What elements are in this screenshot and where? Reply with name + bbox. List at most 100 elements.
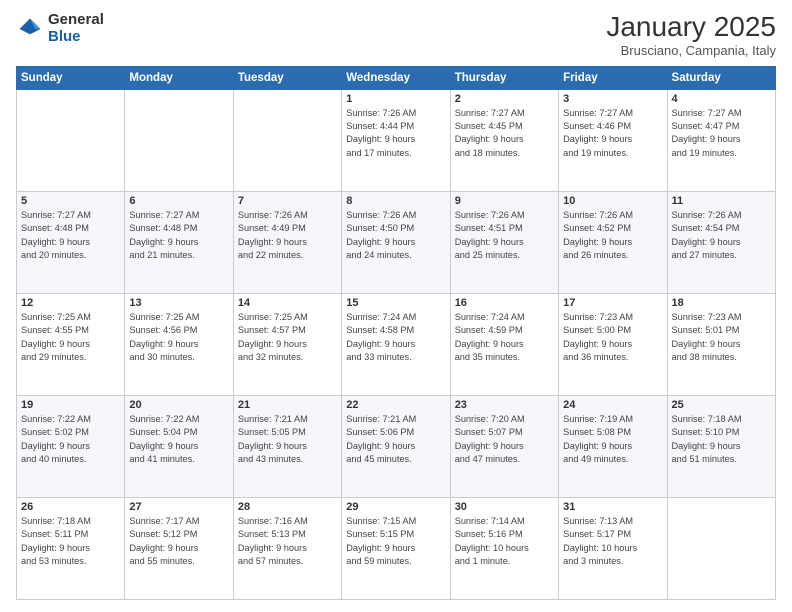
table-row: 25 Sunrise: 7:18 AM Sunset: 5:10 PM Dayli… (667, 395, 775, 497)
day-info: Sunrise: 7:24 AM Sunset: 4:59 PM Dayligh… (455, 311, 554, 364)
day-info: Sunrise: 7:21 AM Sunset: 5:06 PM Dayligh… (346, 413, 445, 466)
calendar-week-row: 19 Sunrise: 7:22 AM Sunset: 5:02 PM Dayli… (17, 395, 776, 497)
table-row: 22 Sunrise: 7:21 AM Sunset: 5:06 PM Dayli… (342, 395, 450, 497)
table-row: 28 Sunrise: 7:16 AM Sunset: 5:13 PM Dayli… (233, 497, 341, 599)
day-number: 17 (563, 297, 662, 309)
table-row: 23 Sunrise: 7:20 AM Sunset: 5:07 PM Dayli… (450, 395, 558, 497)
day-number: 24 (563, 399, 662, 411)
table-row: 19 Sunrise: 7:22 AM Sunset: 5:02 PM Dayli… (17, 395, 125, 497)
calendar-header-row: Sunday Monday Tuesday Wednesday Thursday… (17, 66, 776, 89)
day-number: 30 (455, 501, 554, 513)
day-info: Sunrise: 7:27 AM Sunset: 4:46 PM Dayligh… (563, 107, 662, 160)
col-tuesday: Tuesday (233, 66, 341, 89)
calendar-week-row: 5 Sunrise: 7:27 AM Sunset: 4:48 PM Daylig… (17, 191, 776, 293)
table-row: 14Sunrise: 7:25 AM Sunset: 4:57 PM Dayli… (233, 293, 341, 395)
col-saturday: Saturday (667, 66, 775, 89)
day-info: Sunrise: 7:26 AM Sunset: 4:54 PM Dayligh… (672, 209, 771, 262)
table-row: 3Sunrise: 7:27 AM Sunset: 4:46 PM Daylig… (559, 89, 667, 191)
day-number: 1 (346, 93, 445, 105)
table-row: 27 Sunrise: 7:17 AM Sunset: 5:12 PM Dayli… (125, 497, 233, 599)
col-monday: Monday (125, 66, 233, 89)
day-info: Sunrise: 7:26 AM Sunset: 4:49 PM Dayligh… (238, 209, 337, 262)
day-info: Sunrise: 7:17 AM Sunset: 5:12 PM Dayligh… (129, 515, 228, 568)
table-row: 7 Sunrise: 7:26 AM Sunset: 4:49 PM Daylig… (233, 191, 341, 293)
day-number: 7 (238, 195, 337, 207)
calendar-week-row: 1 Sunrise: 7:26 AM Sunset: 4:44 PM Daylig… (17, 89, 776, 191)
day-info: Sunrise: 7:27 AM Sunset: 4:48 PM Dayligh… (21, 209, 120, 262)
day-info: Sunrise: 7:19 AM Sunset: 5:08 PM Dayligh… (563, 413, 662, 466)
day-number: 26 (21, 501, 120, 513)
day-info: Sunrise: 7:21 AM Sunset: 5:05 PM Dayligh… (238, 413, 337, 466)
logo-icon (16, 15, 44, 43)
day-number: 20 (129, 399, 228, 411)
day-number: 25 (672, 399, 771, 411)
col-friday: Friday (559, 66, 667, 89)
day-number: 12 (21, 297, 120, 309)
day-number: 19 (21, 399, 120, 411)
day-number: 27 (129, 501, 228, 513)
col-sunday: Sunday (17, 66, 125, 89)
day-number: 23 (455, 399, 554, 411)
day-info: Sunrise: 7:22 AM Sunset: 5:04 PM Dayligh… (129, 413, 228, 466)
table-row: 4Sunrise: 7:27 AM Sunset: 4:47 PM Daylig… (667, 89, 775, 191)
calendar-week-row: 12 Sunrise: 7:25 AM Sunset: 4:55 PM Dayli… (17, 293, 776, 395)
table-row (17, 89, 125, 191)
table-row (125, 89, 233, 191)
table-row: 11 Sunrise: 7:26 AM Sunset: 4:54 PM Dayli… (667, 191, 775, 293)
day-info: Sunrise: 7:18 AM Sunset: 5:11 PM Dayligh… (21, 515, 120, 568)
day-number: 28 (238, 501, 337, 513)
day-info: Sunrise: 7:25 AM Sunset: 4:56 PM Dayligh… (129, 311, 228, 364)
day-info: Sunrise: 7:14 AM Sunset: 5:16 PM Dayligh… (455, 515, 554, 568)
table-row: 8Sunrise: 7:26 AM Sunset: 4:50 PM Daylig… (342, 191, 450, 293)
location: Brusciano, Campania, Italy (606, 43, 776, 58)
day-number: 15 (346, 297, 445, 309)
logo: General Blue (16, 12, 104, 45)
table-row (667, 497, 775, 599)
day-number: 16 (455, 297, 554, 309)
calendar-week-row: 26 Sunrise: 7:18 AM Sunset: 5:11 PM Dayli… (17, 497, 776, 599)
col-wednesday: Wednesday (342, 66, 450, 89)
table-row: 16 Sunrise: 7:24 AM Sunset: 4:59 PM Dayli… (450, 293, 558, 395)
day-info: Sunrise: 7:27 AM Sunset: 4:45 PM Dayligh… (455, 107, 554, 160)
calendar-table: Sunday Monday Tuesday Wednesday Thursday… (16, 66, 776, 600)
day-number: 29 (346, 501, 445, 513)
table-row: 30 Sunrise: 7:14 AM Sunset: 5:16 PM Dayli… (450, 497, 558, 599)
table-row: 18Sunrise: 7:23 AM Sunset: 5:01 PM Dayli… (667, 293, 775, 395)
day-number: 5 (21, 195, 120, 207)
table-row: 24 Sunrise: 7:19 AM Sunset: 5:08 PM Dayli… (559, 395, 667, 497)
col-thursday: Thursday (450, 66, 558, 89)
day-info: Sunrise: 7:27 AM Sunset: 4:48 PM Dayligh… (129, 209, 228, 262)
day-info: Sunrise: 7:22 AM Sunset: 5:02 PM Dayligh… (21, 413, 120, 466)
table-row: 15 Sunrise: 7:24 AM Sunset: 4:58 PM Dayli… (342, 293, 450, 395)
day-number: 2 (455, 93, 554, 105)
day-number: 10 (563, 195, 662, 207)
day-info: Sunrise: 7:20 AM Sunset: 5:07 PM Dayligh… (455, 413, 554, 466)
table-row: 1 Sunrise: 7:26 AM Sunset: 4:44 PM Daylig… (342, 89, 450, 191)
table-row: 5 Sunrise: 7:27 AM Sunset: 4:48 PM Daylig… (17, 191, 125, 293)
day-number: 8 (346, 195, 445, 207)
page: General Blue January 2025 Brusciano, Cam… (0, 0, 792, 612)
table-row: 26 Sunrise: 7:18 AM Sunset: 5:11 PM Dayli… (17, 497, 125, 599)
day-number: 4 (672, 93, 771, 105)
day-number: 21 (238, 399, 337, 411)
day-info: Sunrise: 7:26 AM Sunset: 4:52 PM Dayligh… (563, 209, 662, 262)
day-info: Sunrise: 7:23 AM Sunset: 5:01 PM Dayligh… (672, 311, 771, 364)
day-info: Sunrise: 7:25 AM Sunset: 4:57 PM Dayligh… (238, 311, 337, 364)
table-row: 17Sunrise: 7:23 AM Sunset: 5:00 PM Dayli… (559, 293, 667, 395)
day-info: Sunrise: 7:18 AM Sunset: 5:10 PM Dayligh… (672, 413, 771, 466)
day-number: 13 (129, 297, 228, 309)
table-row: 13 Sunrise: 7:25 AM Sunset: 4:56 PM Dayli… (125, 293, 233, 395)
day-number: 6 (129, 195, 228, 207)
table-row: 21 Sunrise: 7:21 AM Sunset: 5:05 PM Dayli… (233, 395, 341, 497)
table-row: 9Sunrise: 7:26 AM Sunset: 4:51 PM Daylig… (450, 191, 558, 293)
day-number: 22 (346, 399, 445, 411)
table-row: 31Sunrise: 7:13 AM Sunset: 5:17 PM Dayli… (559, 497, 667, 599)
day-info: Sunrise: 7:24 AM Sunset: 4:58 PM Dayligh… (346, 311, 445, 364)
logo-general: General (48, 12, 104, 29)
day-info: Sunrise: 7:25 AM Sunset: 4:55 PM Dayligh… (21, 311, 120, 364)
day-number: 11 (672, 195, 771, 207)
day-number: 9 (455, 195, 554, 207)
day-info: Sunrise: 7:16 AM Sunset: 5:13 PM Dayligh… (238, 515, 337, 568)
day-info: Sunrise: 7:26 AM Sunset: 4:44 PM Dayligh… (346, 107, 445, 160)
day-info: Sunrise: 7:13 AM Sunset: 5:17 PM Dayligh… (563, 515, 662, 568)
